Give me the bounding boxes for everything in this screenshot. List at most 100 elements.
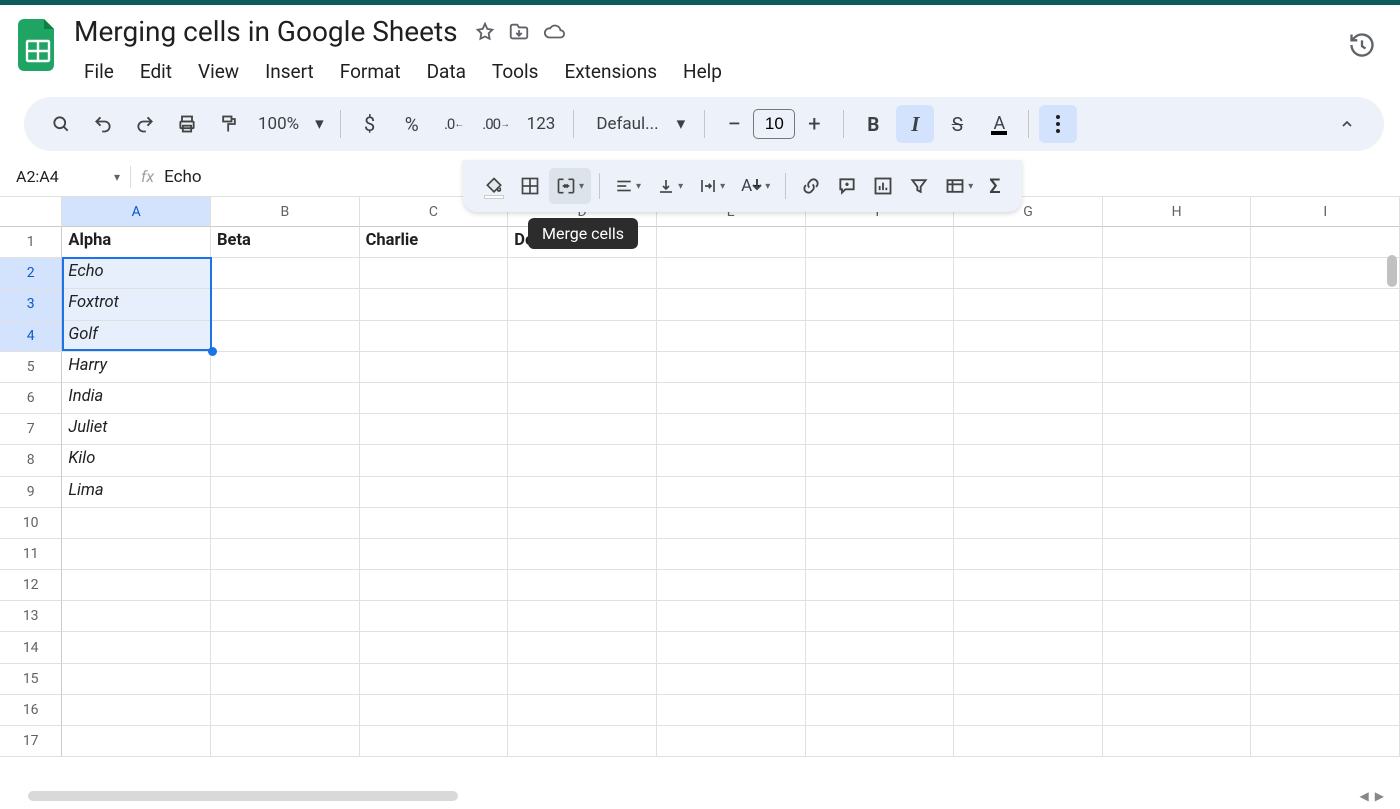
cell-C6[interactable] [360,383,509,414]
decrease-font-size-button[interactable]: − [715,105,753,143]
cell-F13[interactable] [806,601,955,632]
cell-C12[interactable] [360,570,509,601]
cell-E1[interactable] [657,227,806,258]
cell-A13[interactable] [62,601,211,632]
cell-F14[interactable] [806,632,955,663]
selection-fill-handle[interactable] [208,347,217,356]
row-header-1[interactable]: 1 [0,227,62,258]
print-icon[interactable] [168,105,206,143]
cell-H4[interactable] [1103,321,1252,352]
cell-A1[interactable]: Alpha [62,227,211,258]
number-format-button[interactable]: 123 [519,105,564,143]
cell-F10[interactable] [806,508,955,539]
row-header-8[interactable]: 8 [0,445,62,476]
cell-I13[interactable] [1251,601,1400,632]
cell-I5[interactable] [1251,352,1400,383]
insert-chart-button[interactable] [866,168,900,204]
row-header-5[interactable]: 5 [0,352,62,383]
table-view-button[interactable]: ▾ [938,168,980,204]
cell-E11[interactable] [657,539,806,570]
cell-G17[interactable] [954,726,1103,757]
cell-C10[interactable] [360,508,509,539]
cell-C1[interactable]: Charlie [360,227,509,258]
cell-G13[interactable] [954,601,1103,632]
cell-H6[interactable] [1103,383,1252,414]
cell-B10[interactable] [211,508,360,539]
cell-F11[interactable] [806,539,955,570]
cell-D11[interactable] [508,539,657,570]
cell-F16[interactable] [806,695,955,726]
row-header-14[interactable]: 14 [0,632,62,663]
cell-E16[interactable] [657,695,806,726]
cell-C17[interactable] [360,726,509,757]
cell-D6[interactable] [508,383,657,414]
cell-H8[interactable] [1103,445,1252,476]
cell-B17[interactable] [211,726,360,757]
row-header-9[interactable]: 9 [0,477,62,508]
horizontal-scrollbar-thumb[interactable] [28,791,458,801]
cell-F7[interactable] [806,414,955,445]
cell-A11[interactable] [62,539,211,570]
horizontal-scroll-arrows[interactable]: ◀▶ [1360,789,1384,803]
cell-A8[interactable]: Kilo [62,445,211,476]
cell-F4[interactable] [806,321,955,352]
cell-C11[interactable] [360,539,509,570]
cell-H14[interactable] [1103,632,1252,663]
cell-C9[interactable] [360,477,509,508]
cell-A4[interactable]: Golf [62,321,211,352]
cell-E4[interactable] [657,321,806,352]
collapse-toolbar-button[interactable] [1328,105,1366,143]
cell-G12[interactable] [954,570,1103,601]
cell-B14[interactable] [211,632,360,663]
cell-C14[interactable] [360,632,509,663]
cell-B11[interactable] [211,539,360,570]
cell-G8[interactable] [954,445,1103,476]
cell-F9[interactable] [806,477,955,508]
paint-format-icon[interactable] [210,105,248,143]
cell-I16[interactable] [1251,695,1400,726]
move-icon[interactable] [508,21,530,43]
cell-C5[interactable] [360,352,509,383]
cell-I9[interactable] [1251,477,1400,508]
cell-E3[interactable] [657,289,806,320]
row-header-4[interactable]: 4 [0,321,62,352]
cell-I2[interactable] [1251,258,1400,289]
cell-H2[interactable] [1103,258,1252,289]
column-header-I[interactable]: I [1251,197,1400,227]
name-box[interactable]: A2:A4 ▾ [10,167,120,186]
cell-I10[interactable] [1251,508,1400,539]
cell-A10[interactable] [62,508,211,539]
text-wrap-button[interactable]: ▾ [692,168,732,204]
menu-extensions[interactable]: Extensions [552,54,669,89]
cell-B6[interactable] [211,383,360,414]
cell-A16[interactable] [62,695,211,726]
star-icon[interactable] [474,21,496,43]
cell-E7[interactable] [657,414,806,445]
filter-button[interactable] [902,168,936,204]
fill-color-button[interactable] [477,168,511,204]
cell-H15[interactable] [1103,664,1252,695]
menu-insert[interactable]: Insert [253,54,326,89]
strikethrough-button[interactable]: S [938,105,976,143]
cell-A12[interactable] [62,570,211,601]
cell-E8[interactable] [657,445,806,476]
bold-button[interactable]: B [854,105,892,143]
undo-icon[interactable] [84,105,122,143]
cell-B3[interactable] [211,289,360,320]
cell-E9[interactable] [657,477,806,508]
cell-B1[interactable]: Beta [211,227,360,258]
cell-H16[interactable] [1103,695,1252,726]
cell-C8[interactable] [360,445,509,476]
row-header-7[interactable]: 7 [0,414,62,445]
cell-H1[interactable] [1103,227,1252,258]
percent-icon[interactable]: % [393,105,431,143]
cell-B7[interactable] [211,414,360,445]
cell-G3[interactable] [954,289,1103,320]
vertical-align-button[interactable]: ▾ [650,168,690,204]
cell-D10[interactable] [508,508,657,539]
insert-comment-button[interactable] [830,168,864,204]
cell-I3[interactable] [1251,289,1400,320]
cell-A7[interactable]: Juliet [62,414,211,445]
menu-edit[interactable]: Edit [128,54,184,89]
cell-B5[interactable] [211,352,360,383]
